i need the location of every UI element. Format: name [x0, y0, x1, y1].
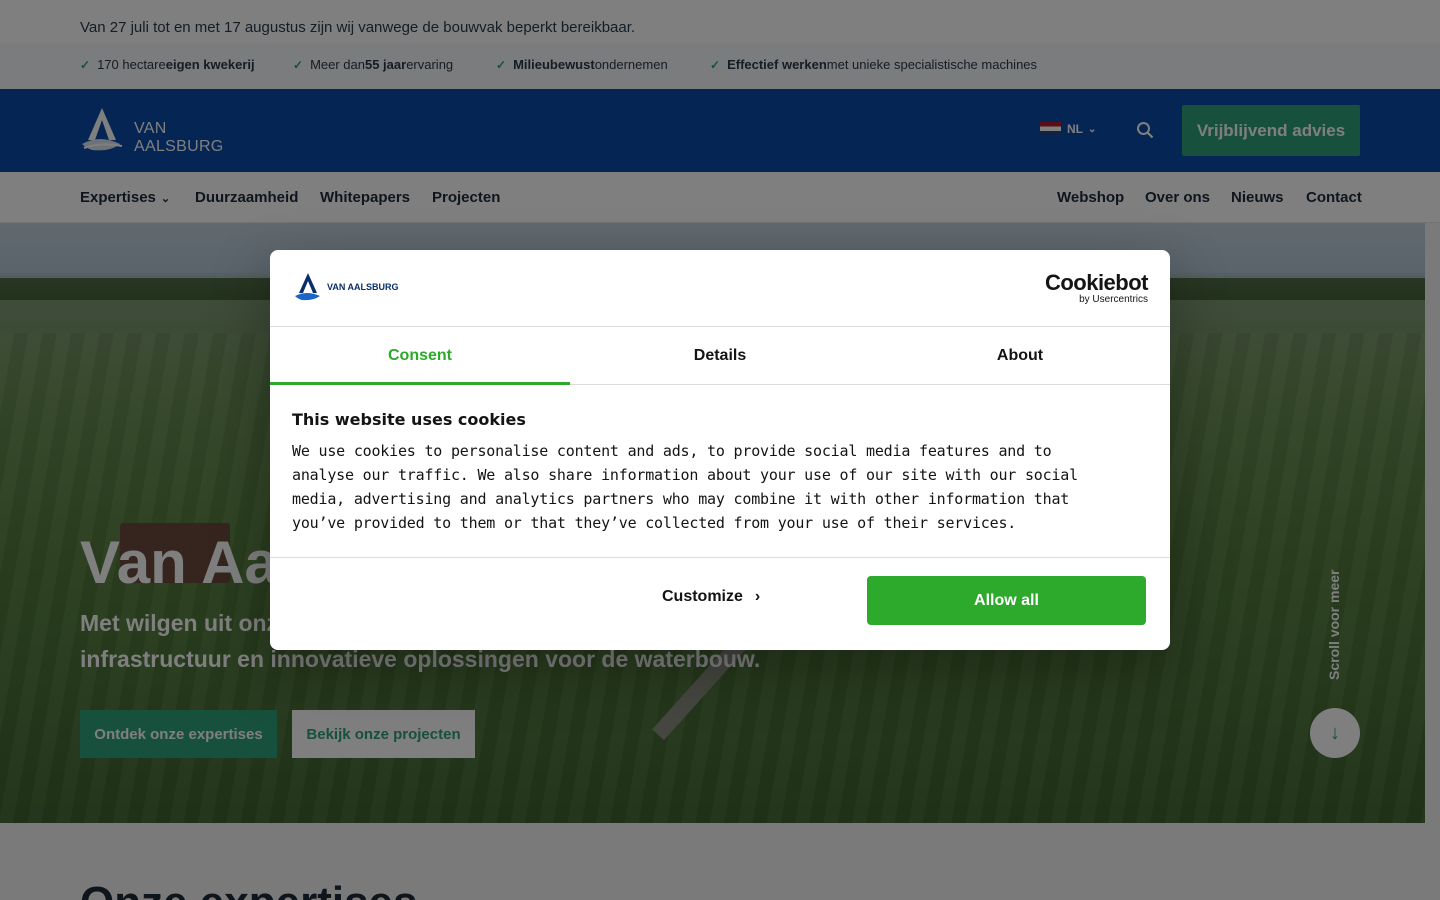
- allow-all-button[interactable]: Allow all: [867, 576, 1146, 625]
- dialog-site-logo: VAN AALSBURG: [294, 272, 404, 304]
- dialog-text: We use cookies to personalise content an…: [292, 442, 1078, 532]
- tab-consent[interactable]: Consent: [270, 327, 570, 385]
- cookiebot-logo[interactable]: Cookiebot by Usercentrics: [1045, 272, 1149, 306]
- tab-about[interactable]: About: [870, 327, 1170, 384]
- dialog-logo-text: VAN AALSBURG: [327, 282, 399, 292]
- logo-mark-icon: [295, 273, 320, 301]
- cookie-consent-dialog: VAN AALSBURG Cookiebot by Usercentrics C…: [270, 250, 1170, 650]
- dialog-header: VAN AALSBURG Cookiebot by Usercentrics: [270, 250, 1170, 327]
- customize-button[interactable]: Customize ›: [662, 588, 760, 606]
- dialog-tabs: Consent Details About: [270, 327, 1170, 385]
- tab-details[interactable]: Details: [570, 327, 870, 384]
- chevron-right-icon: ›: [754, 588, 761, 605]
- dialog-title: This website uses cookies: [292, 410, 526, 429]
- dialog-body: This website uses cookies We use cookies…: [292, 410, 1122, 535]
